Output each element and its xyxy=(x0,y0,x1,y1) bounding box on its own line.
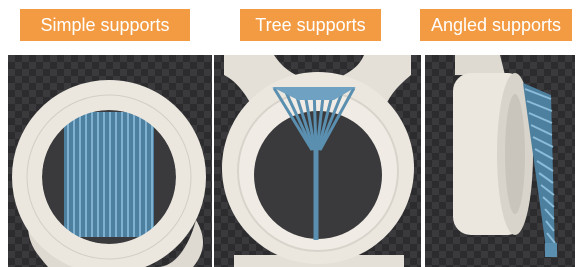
angled-supports-label: Angled supports xyxy=(420,9,572,41)
tree-supports-viewport xyxy=(214,55,421,267)
simple-supports-render xyxy=(12,80,206,267)
tree-supports-render xyxy=(222,55,414,267)
tree-supports-label: Tree supports xyxy=(240,9,381,41)
angled-supports-viewport xyxy=(425,55,575,267)
angled-supports-render xyxy=(453,55,557,257)
model-cylinder-bore xyxy=(505,94,525,214)
model-top-block xyxy=(455,55,505,75)
simple-supports-viewport xyxy=(8,55,212,267)
simple-supports-label: Simple supports xyxy=(20,9,190,41)
simple-support-block xyxy=(64,112,154,237)
